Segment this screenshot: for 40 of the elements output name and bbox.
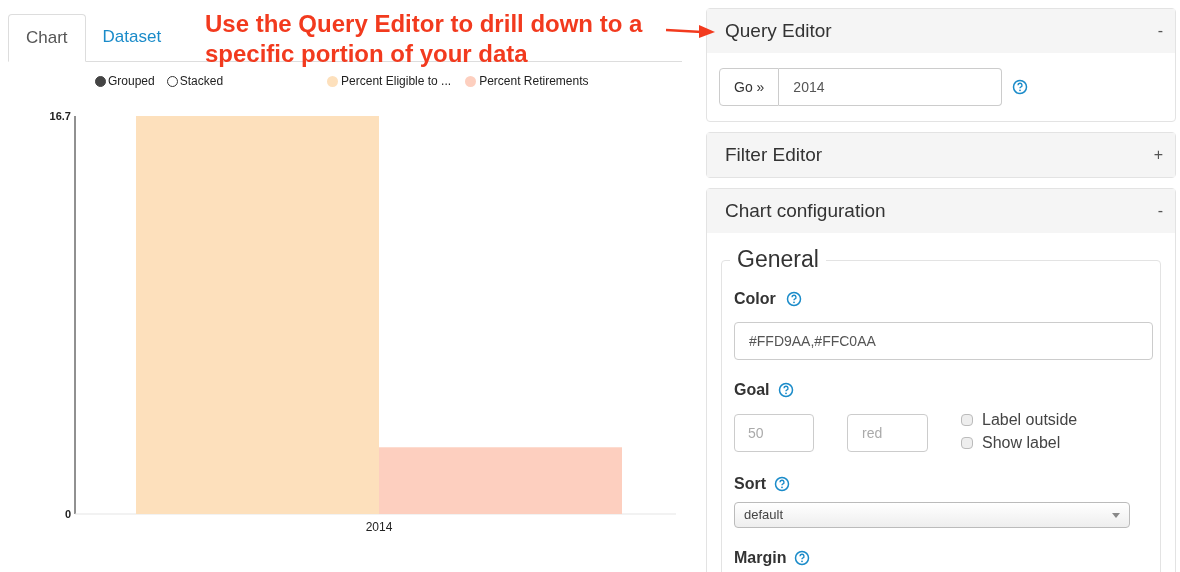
go-button[interactable]: Go » xyxy=(719,68,780,106)
sort-select[interactable]: default xyxy=(734,502,1130,528)
help-icon[interactable] xyxy=(1012,79,1028,95)
arrow-icon xyxy=(666,22,716,40)
color-field[interactable]: #FFD9AA,#FFC0AA xyxy=(734,322,1153,360)
legend-label[interactable]: Percent Eligible to ... xyxy=(341,72,452,90)
caret-icon xyxy=(1112,512,1120,518)
field-label: Goal xyxy=(734,380,770,400)
checkbox-label[interactable]: Label outside xyxy=(982,407,1078,432)
panel-toggle[interactable]: - xyxy=(1157,199,1163,223)
goal-value-field[interactable]: 50 xyxy=(734,414,814,452)
panel-header[interactable]: Query Editor - xyxy=(707,9,1175,53)
panel-header[interactable]: Filter Editor + xyxy=(707,133,1175,177)
legend-label[interactable]: Percent Retirements xyxy=(479,72,589,90)
y-tick-label: 0 xyxy=(64,508,71,520)
panel-toggle[interactable]: + xyxy=(1153,143,1163,167)
annotation-text: Use the Query Editor to drill down to a specific portion of your data xyxy=(205,9,644,69)
tab[interactable]: Dataset xyxy=(85,13,179,61)
panel-title: Query Editor xyxy=(725,18,832,43)
field-label: Margin xyxy=(734,548,787,568)
query-field[interactable]: 2014 xyxy=(779,68,1002,106)
help-icon[interactable] xyxy=(777,382,794,398)
checkbox[interactable] xyxy=(961,413,973,426)
checkbox-label[interactable]: Show label xyxy=(982,430,1061,455)
chart-mode-label[interactable]: Grouped xyxy=(108,72,155,90)
panel-header[interactable]: Chart configuration - xyxy=(707,189,1175,233)
field-label: Color xyxy=(734,289,776,309)
field-label: Sort xyxy=(734,474,766,494)
chart-mode-label[interactable]: Stacked xyxy=(179,72,224,90)
x-tick-label: 2014 xyxy=(365,520,393,534)
panel-toggle[interactable]: - xyxy=(1157,19,1163,43)
tab[interactable]: Chart xyxy=(8,14,86,62)
panel-title: Filter Editor xyxy=(725,142,823,167)
help-icon[interactable] xyxy=(794,550,811,566)
help-icon[interactable] xyxy=(785,291,802,307)
help-icon[interactable] xyxy=(774,476,790,492)
panel-title: Chart configuration xyxy=(725,198,886,223)
y-tick-label: 16.7 xyxy=(49,110,71,122)
goal-color-field[interactable]: red xyxy=(847,414,928,452)
checkbox[interactable] xyxy=(961,436,973,449)
